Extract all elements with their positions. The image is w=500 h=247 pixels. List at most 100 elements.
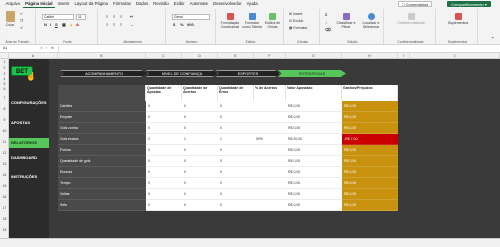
table-cell[interactable]: R$ 0,00 (286, 189, 342, 200)
table-cell[interactable] (254, 178, 286, 189)
table-cell[interactable]: 0 (182, 167, 218, 178)
row-header[interactable]: 8 (0, 107, 9, 111)
menu-home[interactable]: Página Inicial (22, 0, 56, 8)
row-label[interactable]: Empate (58, 112, 146, 123)
table-cell[interactable]: 0 (218, 112, 254, 123)
italic-button[interactable]: I (50, 22, 51, 27)
row-label[interactable]: Sets (58, 200, 146, 211)
thousands-icon[interactable]: 000 (187, 22, 194, 27)
tab-estrategias[interactable]: ESTRATÉGIAS (278, 70, 346, 77)
table-cell[interactable]: R$ 0,00 (286, 145, 342, 156)
table-cell[interactable]: 0 (218, 145, 254, 156)
row-header[interactable]: 12 (0, 151, 9, 155)
row-header[interactable]: 6 (0, 87, 9, 91)
table-cell[interactable] (254, 101, 286, 112)
align-top-icon[interactable]: ≡ (106, 14, 108, 19)
borders-icon[interactable]: ▦ (62, 22, 66, 27)
copy-icon[interactable]: ❐ (20, 19, 23, 23)
percent-icon[interactable]: % (180, 22, 184, 27)
row-header[interactable]: 16 (0, 195, 9, 199)
privacy-button[interactable]: Confidencialidade (389, 13, 433, 25)
menu-review[interactable]: Revisão (151, 0, 172, 8)
table-cell[interactable]: 0 (182, 101, 218, 112)
row-header[interactable]: 3 (0, 72, 9, 76)
format-painter-icon[interactable]: ✐ (20, 26, 23, 30)
format-cells-button[interactable]: ▦ Formatar (289, 26, 307, 30)
table-cell[interactable]: R$ 0,00 (286, 112, 342, 123)
row-header[interactable]: 18 (0, 217, 9, 221)
sort-filter-button[interactable]: Classificar e Filtrar (335, 13, 357, 29)
paste-button[interactable]: Colar (3, 11, 17, 27)
comments-button[interactable]: □ Comentários (398, 1, 433, 7)
align-left-icon[interactable]: ≡ (106, 22, 108, 27)
table-cell[interactable]: R$ 0,00 (286, 101, 342, 112)
header-valor-apostado[interactable]: Valor Apostado (286, 85, 342, 101)
sidebar-item-dashboard[interactable]: DASHBOARD (9, 153, 49, 163)
row-label[interactable]: Rounds (58, 167, 146, 178)
sidebar-item-instrucoes[interactable]: INSTRUÇÕES (9, 172, 49, 182)
name-box[interactable]: A1 (2, 46, 36, 52)
table-cell[interactable]: 0 (182, 145, 218, 156)
table-cell[interactable]: 0 (146, 178, 182, 189)
table-cell[interactable]: 0 (218, 189, 254, 200)
menu-automate[interactable]: Automate (187, 0, 210, 8)
table-cell[interactable]: 50% (254, 134, 286, 145)
ganhos-cell[interactable]: R$ 0,00 (342, 112, 398, 123)
bold-button[interactable]: N (44, 22, 47, 27)
table-cell[interactable]: 1 (218, 134, 254, 145)
table-cell[interactable] (254, 112, 286, 123)
sidebar-item-configuracoes[interactable]: CONFIGURAÇÕES (9, 98, 49, 108)
table-cell[interactable]: 0 (146, 167, 182, 178)
ganhos-cell[interactable]: R$ 0,00 (342, 145, 398, 156)
sidebar-item-relatorios[interactable]: RELATÓRIOS (9, 138, 49, 148)
row-header[interactable]: 13 (0, 162, 9, 166)
table-cell[interactable]: 0 (182, 178, 218, 189)
cell-styles-button[interactable]: Estilos de Célula (263, 13, 282, 29)
table-cell[interactable]: 0 (146, 156, 182, 167)
table-cell[interactable]: R$ 0,00 (286, 156, 342, 167)
table-cell[interactable]: R$ 0,00 (286, 123, 342, 134)
table-cell[interactable]: 0 (218, 200, 254, 211)
table-cell[interactable] (254, 200, 286, 211)
confirm-icon[interactable]: ✓ (45, 46, 48, 50)
header-qtd-acertos[interactable]: Quantidade de Acertos (182, 85, 218, 101)
table-cell[interactable]: R$ 0,00 (286, 167, 342, 178)
row-header[interactable]: 2 (0, 66, 9, 70)
header-ganhos-prejuizos[interactable]: Ganhos/Prejuízos (342, 85, 398, 101)
ganhos-cell[interactable]: R$ 0,00 (342, 156, 398, 167)
formula-input[interactable] (58, 46, 494, 52)
tab-esportes[interactable]: ESPORTES (216, 70, 280, 77)
align-center-icon[interactable]: ≡ (113, 22, 115, 27)
fx-icon[interactable]: fx (51, 46, 54, 50)
share-button[interactable]: Compartilhamento ▾ (447, 1, 491, 7)
insert-cells-button[interactable]: ⊞ Inserir (289, 12, 303, 16)
align-middle-icon[interactable]: ≡ (113, 14, 115, 19)
currency-icon[interactable]: $ (173, 22, 175, 27)
table-cell[interactable]: 0 (182, 156, 218, 167)
row-header[interactable]: 9 (0, 118, 9, 122)
font-name-select[interactable]: Calibri (42, 14, 74, 20)
row-label[interactable]: Tempo (58, 178, 146, 189)
row-label[interactable]: Voltas (58, 189, 146, 200)
tab-nivel-de-confianca[interactable]: NÍVEL DE CONFIANÇA (146, 70, 218, 77)
format-table-button[interactable]: Formatar como Tabela (242, 13, 262, 29)
table-cell[interactable]: 0 (218, 167, 254, 178)
row-label[interactable]: Pontos (58, 145, 146, 156)
conditional-format-button[interactable]: Formatação Condicional (219, 13, 241, 29)
tab-acompanhamento[interactable]: ACOMPANHAMENTO (60, 70, 148, 77)
row-header[interactable]: 10 (0, 129, 9, 133)
table-cell[interactable] (254, 156, 286, 167)
table-cell[interactable]: 0 (146, 189, 182, 200)
table-cell[interactable]: 0 (146, 101, 182, 112)
row-header[interactable]: 17 (0, 206, 9, 210)
clear-icon[interactable]: ⌫ (325, 27, 331, 32)
underline-button[interactable]: S (55, 22, 58, 27)
table-cell[interactable]: 0 (218, 123, 254, 134)
table-cell[interactable] (254, 167, 286, 178)
menu-insert[interactable]: Inserir (55, 0, 72, 8)
table-cell[interactable] (254, 145, 286, 156)
sidebar-item-apostas[interactable]: APOSTAS (9, 118, 49, 128)
table-cell[interactable]: R$ 0,00 (286, 178, 342, 189)
ganhos-cell[interactable]: R$ 0,00 (342, 189, 398, 200)
table-cell[interactable]: R$ 0,00 (286, 200, 342, 211)
